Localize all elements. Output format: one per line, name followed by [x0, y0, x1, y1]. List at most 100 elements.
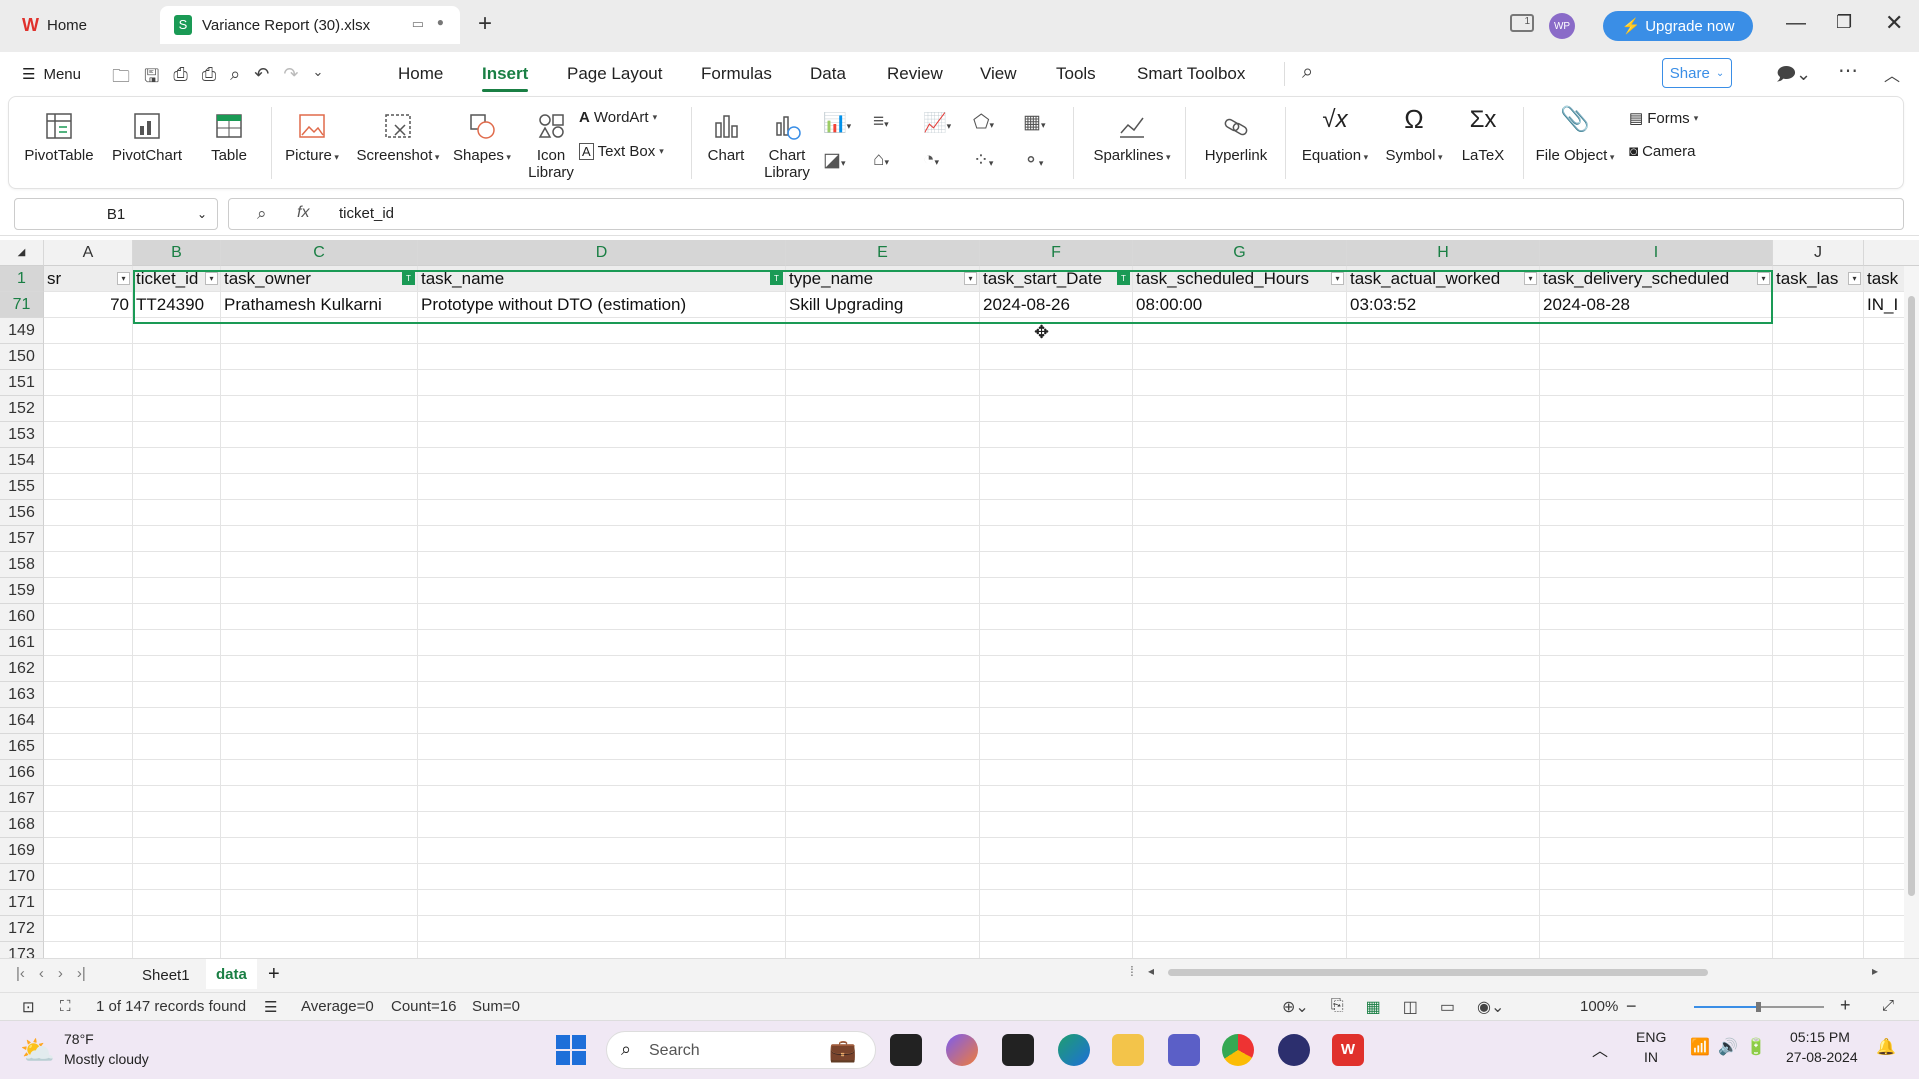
- table-cell[interactable]: [44, 656, 133, 682]
- table-cell[interactable]: [1540, 344, 1773, 370]
- table-cell[interactable]: [1540, 474, 1773, 500]
- collapse-ribbon-icon[interactable]: ︿: [1884, 62, 1900, 86]
- bar-chart-icon[interactable]: ≡▾: [873, 111, 923, 135]
- task-view-icon[interactable]: [890, 1034, 922, 1066]
- table-cell[interactable]: [1133, 916, 1347, 942]
- filter-dropdown-icon[interactable]: ▾: [1757, 272, 1770, 285]
- sparklines-button[interactable]: Sparklines ▾: [1087, 111, 1177, 166]
- filter-dropdown-icon[interactable]: ▾: [964, 272, 977, 285]
- save-icon[interactable]: 🖫: [144, 64, 159, 94]
- row-header[interactable]: 162: [0, 656, 44, 682]
- table-cell[interactable]: [133, 552, 221, 578]
- row-header[interactable]: 152: [0, 396, 44, 422]
- row-header[interactable]: 149: [0, 318, 44, 344]
- undo-icon[interactable]: ↶: [254, 64, 269, 94]
- table-cell[interactable]: [1347, 604, 1540, 630]
- table-cell[interactable]: [418, 656, 786, 682]
- table-cell[interactable]: [221, 396, 418, 422]
- table-cell[interactable]: [980, 656, 1133, 682]
- table-cell[interactable]: [418, 448, 786, 474]
- column-header-c[interactable]: C: [221, 240, 418, 266]
- table-cell[interactable]: [133, 916, 221, 942]
- table-cell[interactable]: [1540, 500, 1773, 526]
- table-cell[interactable]: [1540, 682, 1773, 708]
- table-cell[interactable]: [418, 682, 786, 708]
- table-cell[interactable]: [1133, 812, 1347, 838]
- table-cell[interactable]: [1540, 526, 1773, 552]
- table-cell[interactable]: [221, 708, 418, 734]
- table-cell[interactable]: [133, 682, 221, 708]
- row-header[interactable]: 161: [0, 630, 44, 656]
- table-cell[interactable]: [1347, 656, 1540, 682]
- table-cell[interactable]: [221, 552, 418, 578]
- zoom-in-icon[interactable]: +: [1840, 995, 1851, 1016]
- header-cell-i[interactable]: task_delivery_scheduled ▾: [1540, 266, 1773, 292]
- table-cell[interactable]: [1133, 864, 1347, 890]
- table-cell[interactable]: [418, 916, 786, 942]
- table-cell[interactable]: [133, 760, 221, 786]
- header-cell-h[interactable]: task_actual_worked ▾: [1347, 266, 1540, 292]
- table-cell[interactable]: [1347, 552, 1540, 578]
- table-cell[interactable]: [1540, 630, 1773, 656]
- column-header-f[interactable]: F: [980, 240, 1133, 266]
- table-cell[interactable]: [1347, 474, 1540, 500]
- table-cell[interactable]: [1773, 396, 1864, 422]
- protect-icon[interactable]: ⎘: [1331, 997, 1344, 1017]
- table-cell[interactable]: [1133, 526, 1347, 552]
- table-cell[interactable]: [786, 552, 980, 578]
- column-header-a[interactable]: A: [44, 240, 133, 266]
- table-cell[interactable]: [221, 318, 418, 344]
- window-icon[interactable]: ▭: [412, 16, 424, 32]
- table-cell[interactable]: [1133, 500, 1347, 526]
- table-cell[interactable]: [980, 630, 1133, 656]
- table-cell[interactable]: [418, 578, 786, 604]
- table-cell[interactable]: [786, 474, 980, 500]
- table-cell[interactable]: [133, 370, 221, 396]
- table-cell[interactable]: [1133, 604, 1347, 630]
- table-cell[interactable]: [1133, 552, 1347, 578]
- table-cell[interactable]: [1347, 370, 1540, 396]
- table-cell[interactable]: [44, 760, 133, 786]
- eye-protection-icon[interactable]: ◉⌄: [1477, 997, 1504, 1017]
- table-cell[interactable]: [1133, 838, 1347, 864]
- table-cell[interactable]: [980, 682, 1133, 708]
- table-cell[interactable]: [1133, 344, 1347, 370]
- table-cell[interactable]: [1540, 448, 1773, 474]
- table-cell[interactable]: [1773, 890, 1864, 916]
- add-sheet-button[interactable]: +: [268, 963, 280, 986]
- table-cell[interactable]: [1133, 578, 1347, 604]
- table-cell[interactable]: [44, 344, 133, 370]
- table-cell[interactable]: [1347, 422, 1540, 448]
- table-cell[interactable]: [221, 760, 418, 786]
- table-cell[interactable]: [1347, 734, 1540, 760]
- bubble-chart-icon[interactable]: ⚬▾: [1023, 149, 1073, 172]
- table-cell[interactable]: [980, 552, 1133, 578]
- table-cell[interactable]: [980, 500, 1133, 526]
- table-cell[interactable]: [133, 526, 221, 552]
- table-cell[interactable]: [980, 734, 1133, 760]
- table-cell[interactable]: [1133, 474, 1347, 500]
- table-cell[interactable]: [221, 734, 418, 760]
- header-cell-d[interactable]: task_name T: [418, 266, 786, 292]
- zoom-level[interactable]: 100%: [1580, 998, 1618, 1015]
- symbol-button[interactable]: Ω Symbol ▾: [1379, 106, 1449, 166]
- fx-icon[interactable]: fx: [297, 204, 309, 222]
- table-cell[interactable]: [418, 474, 786, 500]
- table-cell[interactable]: [44, 318, 133, 344]
- print-preview-icon[interactable]: ⌕: [230, 64, 240, 94]
- row-header[interactable]: 164: [0, 708, 44, 734]
- wifi-icon[interactable]: 📶: [1690, 1037, 1710, 1057]
- row-header[interactable]: 151: [0, 370, 44, 396]
- avatar[interactable]: WP: [1549, 13, 1575, 39]
- table-cell[interactable]: [1773, 448, 1864, 474]
- customize-chevron-icon[interactable]: ⌄: [312, 64, 323, 94]
- table-cell[interactable]: [1347, 786, 1540, 812]
- table-cell[interactable]: [980, 812, 1133, 838]
- forms-button[interactable]: ▤ Forms ▾: [1629, 109, 1698, 128]
- table-cell[interactable]: [1540, 552, 1773, 578]
- table-cell[interactable]: [786, 708, 980, 734]
- chart-button[interactable]: Chart: [701, 111, 751, 164]
- zoom-slider[interactable]: [1694, 1002, 1824, 1012]
- table-cell[interactable]: [44, 838, 133, 864]
- table-cell[interactable]: [133, 474, 221, 500]
